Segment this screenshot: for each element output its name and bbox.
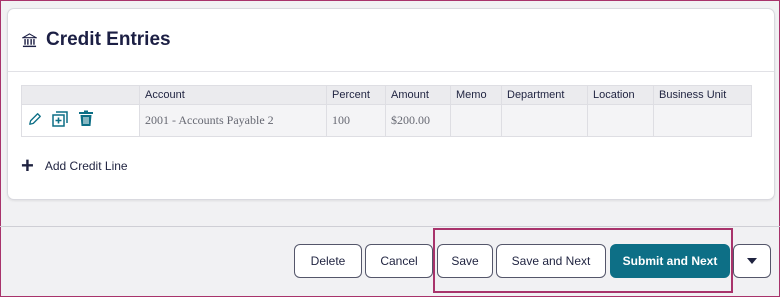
page-title: Credit Entries <box>46 29 171 50</box>
header-actions <box>21 85 140 105</box>
save-and-next-button[interactable]: Save and Next <box>496 244 606 278</box>
cancel-button[interactable]: Cancel <box>365 244 433 278</box>
footer-divider <box>0 226 780 227</box>
trash-icon[interactable] <box>78 110 94 131</box>
submit-and-next-button[interactable]: Submit and Next <box>610 244 730 278</box>
header-department: Department <box>501 85 588 105</box>
pencil-icon[interactable] <box>28 112 42 130</box>
header-percent: Percent <box>326 85 386 105</box>
cell-department[interactable] <box>501 104 588 137</box>
credit-entries-card: Credit Entries Account Percent Amount Me… <box>7 8 775 200</box>
header-amount: Amount <box>385 85 451 105</box>
header-business-unit: Business Unit <box>653 85 752 105</box>
delete-button[interactable]: Delete <box>294 244 362 278</box>
credit-entries-table: Account Percent Amount Memo Department L… <box>21 85 752 137</box>
plus-icon: + <box>21 153 34 178</box>
table-header-row: Account Percent Amount Memo Department L… <box>21 85 752 105</box>
bank-icon <box>22 32 38 48</box>
cell-percent[interactable]: 100 <box>326 104 386 137</box>
plus-square-icon[interactable] <box>51 110 69 132</box>
add-credit-line-button[interactable]: + Add Credit Line <box>21 153 128 178</box>
cell-amount[interactable]: $200.00 <box>385 104 451 137</box>
cell-location[interactable] <box>587 104 654 137</box>
caret-down-icon <box>747 258 757 264</box>
more-actions-button[interactable] <box>733 244 771 278</box>
cell-business-unit[interactable] <box>653 104 752 137</box>
row-actions <box>21 104 140 137</box>
header-location: Location <box>587 85 654 105</box>
header-memo: Memo <box>450 85 502 105</box>
card-header: Credit Entries <box>8 9 774 72</box>
cell-memo[interactable] <box>450 104 502 137</box>
save-button[interactable]: Save <box>437 244 493 278</box>
add-credit-line-label: Add Credit Line <box>44 159 128 173</box>
cell-account[interactable]: 2001 - Accounts Payable 2 <box>139 104 327 137</box>
table-row: 2001 - Accounts Payable 2 100 $200.00 <box>21 104 752 137</box>
header-account: Account <box>139 85 327 105</box>
